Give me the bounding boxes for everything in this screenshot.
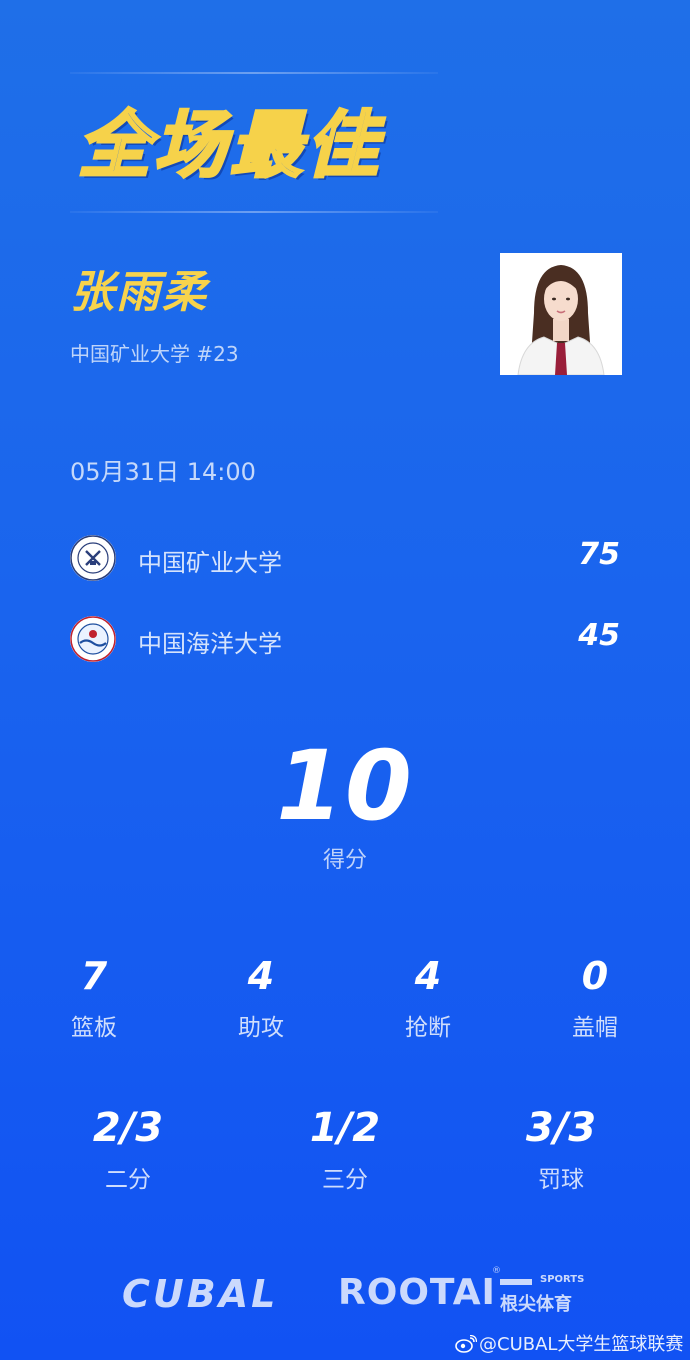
team-name: 中国海洋大学 (138, 630, 282, 658)
player-name: 张雨柔 (70, 267, 208, 318)
stat-value: 2/3 (92, 1105, 164, 1151)
title-top-rule (70, 72, 438, 74)
stat-steals: 4 抢断 (368, 954, 488, 1042)
registered-mark: ® (492, 1266, 501, 1276)
stat-value: 0 (581, 954, 609, 998)
stat-three-pointers: 1/2 三分 (265, 1106, 425, 1194)
weibo-icon (455, 1334, 478, 1353)
points-label: 得分 (322, 848, 367, 873)
team-score: 75 (578, 537, 620, 572)
stat-label: 罚球 (538, 1167, 584, 1193)
stat-assists: 4 助攻 (201, 954, 321, 1042)
stat-rebounds: 7 篮板 (34, 954, 154, 1042)
player-team-number: 中国矿业大学 #23 (70, 342, 239, 366)
points-value: 10 (276, 730, 414, 842)
team-score: 45 (578, 618, 620, 653)
stat-two-pointers: 2/3 二分 (48, 1106, 208, 1194)
cubal-logo: CUBAL (122, 1272, 279, 1316)
rootai-cn-text: 根尖体育 (500, 1294, 572, 1315)
rootai-logo-bar (500, 1279, 532, 1285)
rootai-logo: ROOTAI (338, 1272, 496, 1313)
rootai-sports-text: SPORTS (540, 1274, 585, 1285)
team-name: 中国矿业大学 (138, 549, 282, 577)
stat-label: 抢断 (405, 1015, 451, 1041)
stat-label: 篮板 (71, 1015, 117, 1041)
stat-label: 盖帽 (572, 1015, 618, 1041)
stat-value: 4 (414, 954, 442, 998)
stat-blocks: 0 盖帽 (535, 954, 655, 1042)
ouc-logo-icon (70, 616, 116, 662)
game-datetime: 05月31日 14:00 (70, 458, 256, 486)
cumt-logo-icon (70, 535, 116, 581)
stat-label: 助攻 (238, 1015, 284, 1041)
weibo-watermark: @CUBAL大学生篮球联赛 (455, 1330, 683, 1356)
stat-value: 7 (80, 954, 108, 998)
watermark-text: @CUBAL大学生篮球联赛 (479, 1334, 684, 1355)
stat-label: 二分 (105, 1167, 151, 1193)
stat-value: 1/2 (309, 1105, 381, 1151)
title-bottom-rule (70, 211, 438, 213)
stat-value: 3/3 (525, 1105, 597, 1151)
player-photo (500, 253, 622, 375)
page-title: 全场最佳 (77, 102, 383, 189)
stat-label: 三分 (322, 1167, 368, 1193)
stat-value: 4 (247, 954, 275, 998)
team-row: 中国海洋大学 45 (70, 614, 620, 664)
stat-free-throws: 3/3 罚球 (481, 1106, 641, 1194)
team-row: 中国矿业大学 75 (70, 533, 620, 583)
